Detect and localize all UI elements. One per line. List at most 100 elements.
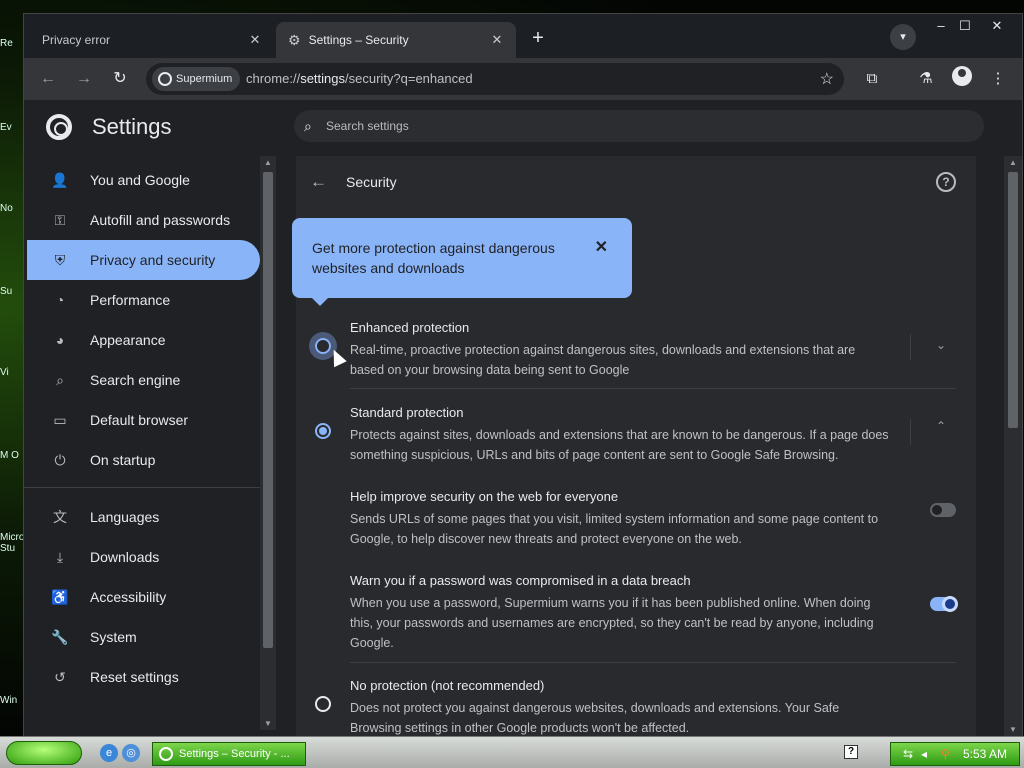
palette-icon: ◕ <box>55 332 65 348</box>
close-icon[interactable]: ✕ <box>595 238 608 258</box>
url-text[interactable]: chrome://settings/security?q=enhanced <box>246 71 473 86</box>
clock[interactable]: 5:53 AM <box>963 743 1007 765</box>
browser-logo-icon <box>159 747 173 761</box>
security-tray-icon[interactable]: ⚲ <box>941 743 950 765</box>
option-title: Standard protection <box>350 405 464 420</box>
divider <box>350 662 956 663</box>
sidebar-item-label: Downloads <box>90 549 160 565</box>
address-bar[interactable]: Supermium chrome://settings/security?q=e… <box>146 63 844 95</box>
extensions-icon[interactable]: ⧉ <box>862 69 882 89</box>
sidebar-item-downloads[interactable]: ⤓ Downloads <box>24 537 260 577</box>
toggle-switch-on[interactable] <box>930 596 958 612</box>
scrollbar-thumb[interactable] <box>263 172 273 648</box>
task-label: Settings – Security - ... <box>179 748 290 760</box>
start-button[interactable] <box>6 741 82 765</box>
setting-desc: Sends URLs of some pages that you visit,… <box>350 512 879 546</box>
option-no-protection[interactable]: No protection (not recommended) Does not… <box>296 678 976 738</box>
taskbar-task-settings[interactable]: Settings – Security - ... <box>152 742 306 766</box>
volume-icon[interactable]: ◂ <box>921 743 927 765</box>
sidebar-item-label: Search engine <box>90 372 181 388</box>
taskbar: e ◎ Settings – Security - ... ? ⇆ ◂ ⚲ 5:… <box>0 736 1024 768</box>
sidebar-item-accessibility[interactable]: ♿ Accessibility <box>24 577 260 617</box>
sidebar-item-label: Privacy and security <box>90 252 216 268</box>
option-enhanced-protection[interactable]: Enhanced protection Real-time, proactive… <box>296 320 976 380</box>
help-icon[interactable]: ? <box>936 172 956 192</box>
sidebar-item-label: Reset settings <box>90 669 179 685</box>
sidebar-item-you-and-google[interactable]: 👤 You and Google <box>24 160 260 200</box>
main-scrollbar[interactable]: ▲ ▼ <box>1004 156 1022 736</box>
divider <box>910 334 911 360</box>
accessibility-icon: ♿ <box>51 589 69 605</box>
security-panel: ← Security ? Get more protection against… <box>292 156 976 738</box>
scroll-up-icon[interactable]: ▲ <box>262 158 274 167</box>
more-vert-icon[interactable]: ⋮ <box>988 69 1008 89</box>
chevron-down-icon[interactable]: ⌄ <box>936 338 946 352</box>
chevron-down-icon[interactable]: ▾ <box>890 24 916 50</box>
person-icon: 👤 <box>51 172 69 188</box>
forward-arrow-icon[interactable]: → <box>72 67 96 91</box>
network-icon[interactable]: ⇆ <box>903 743 913 765</box>
tab-privacy-error[interactable]: Privacy error ✕ <box>30 22 274 58</box>
radio-no-protection[interactable] <box>315 696 331 712</box>
reload-icon[interactable]: ↻ <box>108 67 132 91</box>
sidebar-scrollbar[interactable]: ▲ ▼ <box>260 156 276 730</box>
url-prefix: chrome:// <box>246 71 301 86</box>
profile-avatar[interactable] <box>952 66 972 86</box>
sidebar-item-on-startup[interactable]: ⏻ On startup <box>24 440 260 480</box>
quicklaunch-icon[interactable]: ◎ <box>122 744 140 762</box>
sidebar-item-reset[interactable]: ↺ Reset settings <box>24 657 260 697</box>
tab-strip: Privacy error ✕ ⚙ Settings – Security ✕ … <box>24 14 1022 58</box>
maximize-icon[interactable]: ☐ <box>950 16 980 36</box>
sidebar-item-autofill[interactable]: ⚿ Autofill and passwords <box>24 200 260 240</box>
labs-flask-icon[interactable]: ⚗ <box>916 69 936 89</box>
scroll-down-icon[interactable]: ▼ <box>262 719 274 728</box>
option-title: No protection (not recommended) <box>350 678 545 693</box>
sidebar-item-system[interactable]: 🔧 System <box>24 617 260 657</box>
scrollbar-thumb[interactable] <box>1008 172 1018 428</box>
callout-text: Get more protection against dangerous we… <box>312 240 555 276</box>
close-window-icon[interactable]: ✕ <box>982 16 1012 36</box>
sidebar-item-performance[interactable]: ◔ Performance <box>24 280 260 320</box>
back-arrow-icon[interactable]: ← <box>310 172 327 192</box>
ie-icon[interactable]: e <box>100 744 118 762</box>
sidebar-item-label: On startup <box>90 452 156 468</box>
scroll-up-icon[interactable]: ▲ <box>1007 158 1019 167</box>
sidebar-item-privacy[interactable]: ⛨ Privacy and security <box>27 240 260 280</box>
browser-icon: ▭ <box>53 412 67 428</box>
back-arrow-icon[interactable]: ← <box>36 67 60 91</box>
url-path: /security?q=enhanced <box>345 71 473 86</box>
settings-sidebar: 👤 You and Google ⚿ Autofill and passwords … <box>24 156 260 736</box>
sidebar-item-appearance[interactable]: ◕ Appearance <box>24 320 260 360</box>
section-title: Security <box>346 174 397 190</box>
sidebar-item-languages[interactable]: 文 Languages <box>24 497 260 537</box>
chevron-up-icon[interactable]: ⌃ <box>936 419 946 433</box>
scroll-down-icon[interactable]: ▼ <box>1007 725 1019 734</box>
star-icon[interactable]: ☆ <box>820 69 834 89</box>
close-icon[interactable]: ✕ <box>488 31 506 49</box>
power-icon: ⏻ <box>54 452 66 468</box>
divider <box>350 388 956 389</box>
url-host: settings <box>300 71 345 86</box>
chip-label: Supermium <box>176 73 233 85</box>
sidebar-item-label: Default browser <box>90 412 189 428</box>
page-title: Settings <box>92 114 172 139</box>
radio-standard[interactable] <box>315 423 331 439</box>
toggle-switch-off[interactable] <box>930 503 956 517</box>
option-desc: Does not protect you against dangerous w… <box>350 701 840 735</box>
download-icon: ⤓ <box>56 549 64 565</box>
help-tray-icon[interactable]: ? <box>844 745 858 759</box>
search-input[interactable]: ⌕ Search settings <box>294 110 984 142</box>
translate-icon: 文 <box>53 509 67 525</box>
speedometer-icon: ◔ <box>55 292 65 308</box>
option-standard-protection[interactable]: Standard protection Protects against sit… <box>296 405 976 465</box>
wrench-icon: 🔧 <box>51 629 69 645</box>
sidebar-item-default-browser[interactable]: ▭ Default browser <box>24 400 260 440</box>
system-tray: ⇆ ◂ ⚲ 5:53 AM <box>890 742 1020 766</box>
plus-icon[interactable]: + <box>526 26 550 50</box>
sidebar-item-label: You and Google <box>90 172 190 188</box>
tab-settings-security[interactable]: ⚙ Settings – Security ✕ <box>276 22 516 58</box>
close-icon[interactable]: ✕ <box>246 31 264 49</box>
site-info-chip[interactable]: Supermium <box>152 67 241 91</box>
sidebar-item-search-engine[interactable]: ⌕ Search engine <box>24 360 260 400</box>
supermium-logo-icon <box>158 72 172 86</box>
